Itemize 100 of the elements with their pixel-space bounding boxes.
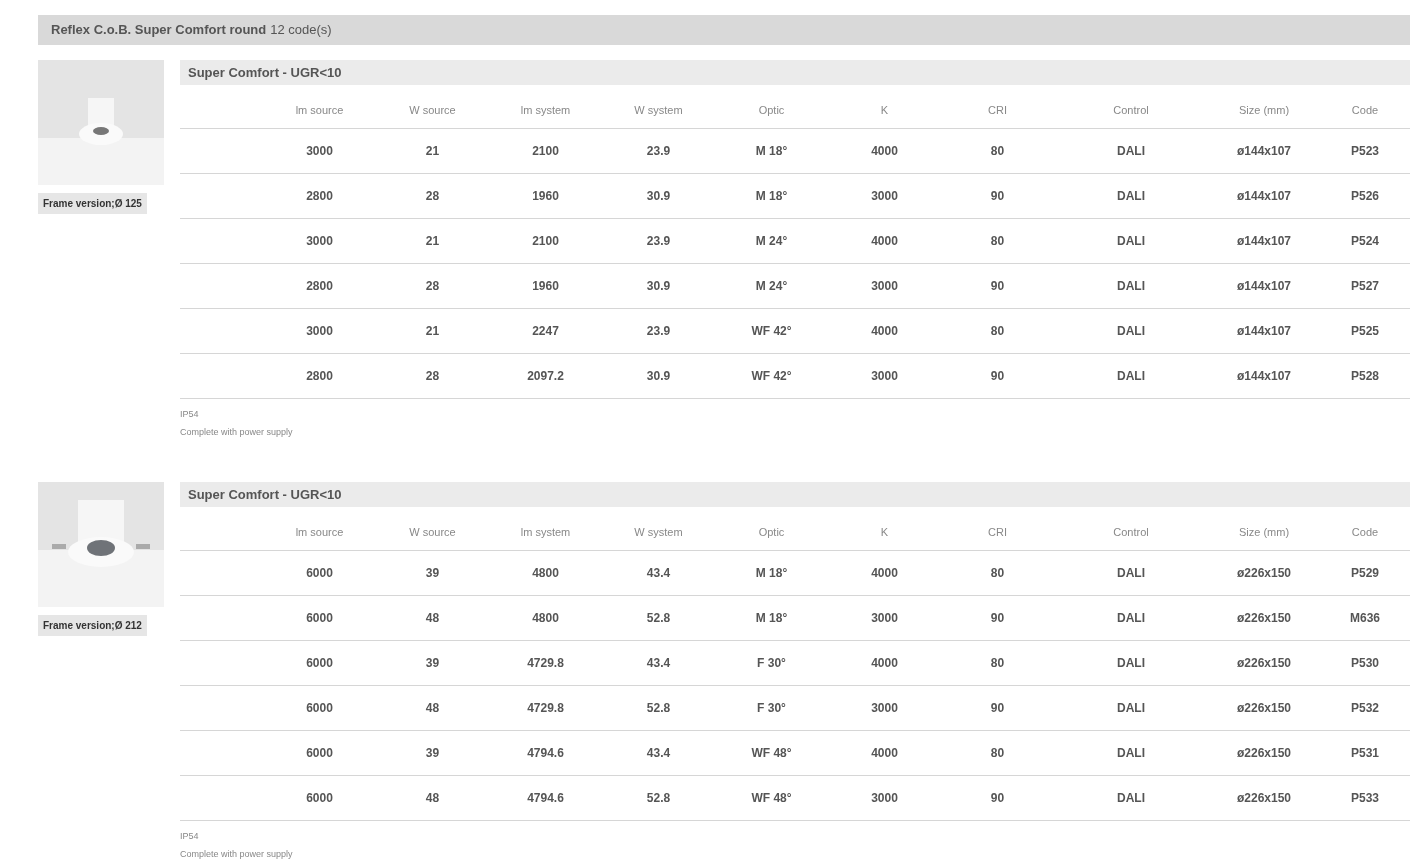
image-caption: Frame version;Ø 212	[38, 615, 147, 636]
table-cell-text: ø226x150	[1236, 565, 1291, 582]
table-cell-text: ø226x150	[1236, 745, 1291, 762]
code-count: 12 code(s)	[270, 21, 332, 40]
column-header: lm system	[520, 524, 571, 540]
column-header: Control	[1113, 102, 1149, 118]
table-cell-text: DALI	[1117, 790, 1145, 807]
section-subtitle: Super Comfort - UGR<10	[180, 482, 1410, 507]
table-cell-text: P529	[1351, 565, 1379, 582]
column-header: CRI	[988, 524, 1007, 540]
table-cell-text: 28	[425, 278, 440, 295]
table-cell-text: 80	[990, 655, 1005, 672]
table-cell-text: 90	[990, 278, 1005, 295]
table-cell-text: 3000	[871, 790, 898, 807]
table-cell-text: WF 48°	[751, 745, 792, 762]
column-header: lm source	[295, 102, 344, 118]
table-cell-text: 4729.8	[527, 655, 564, 672]
table-cell-text: 2800	[306, 278, 333, 295]
table-cell-text: ø144x107	[1236, 188, 1291, 205]
table-cell-text: 23.9	[646, 233, 671, 250]
table-cell-text: 3000	[306, 323, 333, 340]
table-cell-text: 3000	[871, 610, 898, 627]
table-cell-text: ø144x107	[1236, 368, 1291, 385]
table-cell-text: 2100	[532, 143, 559, 160]
column-header: CRI	[988, 102, 1007, 118]
table-cell-text: 3000	[306, 233, 333, 250]
table-cell-text: ø144x107	[1236, 233, 1291, 250]
table-cell-text: 6000	[306, 565, 333, 582]
table-cell-text: 6000	[306, 655, 333, 672]
table-cell-text: M 24°	[755, 278, 788, 295]
table-cell-text: 4000	[871, 565, 898, 582]
table-cell-text: DALI	[1117, 323, 1145, 340]
table-cell-text: 3000	[871, 368, 898, 385]
table-cell-text: 21	[425, 233, 440, 250]
table-cell-text: DALI	[1117, 368, 1145, 385]
table-cell-text: 28	[425, 368, 440, 385]
table-cell-text: 21	[425, 323, 440, 340]
table-cell-text: 90	[990, 368, 1005, 385]
table-cell-text: M 18°	[755, 143, 788, 160]
table-cell-text: 30.9	[646, 188, 671, 205]
table-cell-text: 3000	[306, 143, 333, 160]
table-cell-text: 43.4	[646, 655, 671, 672]
table-cell-text: P533	[1351, 790, 1379, 807]
table-cell-text: P526	[1351, 188, 1379, 205]
table-cell-text: 4000	[871, 323, 898, 340]
table-cell-text: DALI	[1117, 700, 1145, 717]
table-cell-text: 90	[990, 610, 1005, 627]
table-cell-text: DALI	[1117, 610, 1145, 627]
table-cell-text: 30.9	[646, 368, 671, 385]
table-cell-text: 90	[990, 188, 1005, 205]
note-text: IP54	[180, 408, 199, 422]
table-cell-text: P531	[1351, 745, 1379, 762]
table-cell-text: DALI	[1117, 233, 1145, 250]
column-header: Size (mm)	[1238, 524, 1290, 540]
table-cell-text: 2800	[306, 188, 333, 205]
table-cell-text: 23.9	[646, 323, 671, 340]
table-cell-text: WF 42°	[751, 323, 792, 340]
table-cell-text: 43.4	[646, 565, 671, 582]
table-cell-text: 6000	[306, 790, 333, 807]
table-cell-text: 4794.6	[527, 745, 564, 762]
table-cell-text: 52.8	[646, 610, 671, 627]
table-cell-text: 1960	[532, 188, 559, 205]
table-cell-text: 39	[425, 745, 440, 762]
table-cell-text: 30.9	[646, 278, 671, 295]
table-cell-text: 39	[425, 565, 440, 582]
table-cell-text: 4000	[871, 143, 898, 160]
catalog-title: Reflex C.o.B. Super Comfort round	[51, 21, 267, 40]
table-cell-text: 39	[425, 655, 440, 672]
table-cell-text: 6000	[306, 745, 333, 762]
table-cell-text: 6000	[306, 610, 333, 627]
table-cell-text: DALI	[1117, 143, 1145, 160]
table-cell-text: 48	[425, 700, 440, 717]
table-cell-text: F 30°	[757, 655, 786, 672]
column-header: Control	[1113, 524, 1149, 540]
table-cell-text: M 18°	[755, 565, 788, 582]
table-cell-text: 4000	[871, 745, 898, 762]
table-cell-text: 90	[990, 790, 1005, 807]
column-header: W source	[409, 524, 456, 540]
column-header: K	[880, 102, 889, 118]
table-cell-text: 80	[990, 233, 1005, 250]
image-caption: Frame version;Ø 125	[38, 193, 147, 214]
table-cell-text: 3000	[871, 700, 898, 717]
table-cell-text: 48	[425, 790, 440, 807]
table-cell-text: 2800	[306, 368, 333, 385]
table-cell-text: 2247	[532, 323, 559, 340]
table-cell-text: ø226x150	[1236, 700, 1291, 717]
table-cell-text: 2100	[532, 233, 559, 250]
table-cell-text: 90	[990, 700, 1005, 717]
table-cell-text: DALI	[1117, 655, 1145, 672]
table-cell-text: P525	[1351, 323, 1379, 340]
column-header: Optic	[758, 102, 785, 118]
table-cell-text: ø226x150	[1236, 610, 1291, 627]
column-header: Size (mm)	[1238, 102, 1290, 118]
table-cell-text: 4800	[532, 565, 559, 582]
table-cell-text: 48	[425, 610, 440, 627]
table-cell-text: 43.4	[646, 745, 671, 762]
table-cell-text: WF 42°	[751, 368, 792, 385]
table-cell-text: 4729.8	[527, 700, 564, 717]
table-cell-text: P530	[1351, 655, 1379, 672]
table-cell-text: P528	[1351, 368, 1379, 385]
